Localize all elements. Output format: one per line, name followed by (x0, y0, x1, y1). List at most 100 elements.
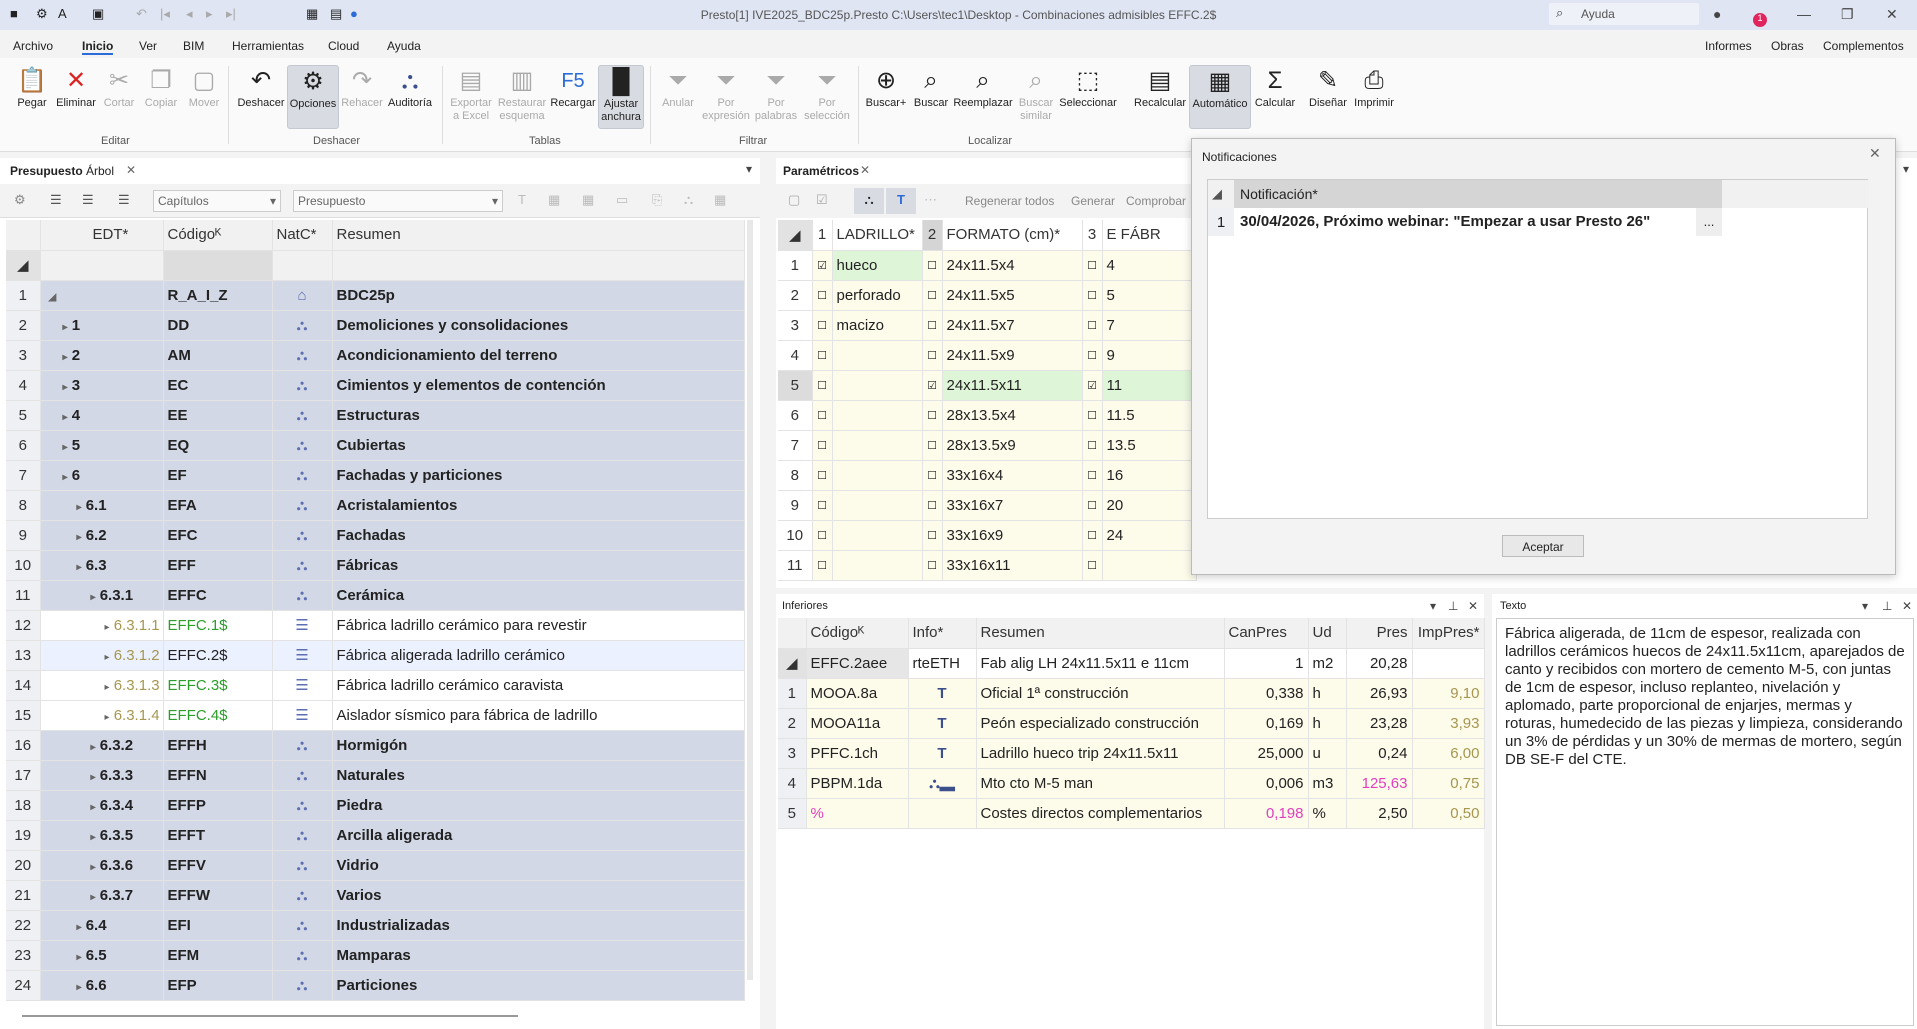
filter-words-button[interactable]: ⏷ Por palabras (752, 65, 800, 123)
menu-ver[interactable]: Ver (139, 39, 157, 53)
measure-icon[interactable]: ▭ (616, 192, 628, 208)
checkbox[interactable]: ☐ (922, 460, 943, 491)
param-col-num[interactable]: 1 (812, 220, 833, 251)
table-row[interactable]: 16 ▸ 6.3.2 EFFH ⛬ Hormigón (6, 730, 745, 761)
level2-icon[interactable]: ☰ (82, 192, 94, 208)
table-row[interactable]: 4 ▸ 3 EC ⛬ Cimientos y elementos de contenci… (6, 370, 745, 401)
inf-col-header[interactable]: Pres (1346, 618, 1413, 649)
table-row[interactable]: 7 ▸ 6 EF ⛬ Fachadas y particiones (6, 460, 745, 491)
checkbox[interactable]: ☐ (1082, 460, 1103, 491)
menu-obras[interactable]: Obras (1771, 39, 1804, 53)
table-row[interactable]: 6 ▸ 5 EQ ⛬ Cubiertas (6, 430, 745, 461)
texto-pin-icon[interactable]: ⊥ (1882, 599, 1892, 613)
table-row[interactable]: 12 ▸ 6.3.1.1 EFFC.1$ ☰ Fábrica ladrillo cerá… (6, 610, 745, 641)
texto-close-icon[interactable]: ✕ (1902, 599, 1912, 613)
param-extra-icon[interactable]: ⋯ (924, 192, 937, 208)
col-natc[interactable]: NatC* (272, 220, 333, 251)
table-row[interactable]: 17 ▸ 6.3.3 EFFN ⛬ Naturales (6, 760, 745, 791)
close-param-tab-icon[interactable]: ✕ (860, 163, 870, 177)
table-row[interactable]: 19 ▸ 6.3.5 EFFT ⛬ Arcilla aligerada (6, 820, 745, 851)
menu-archivo[interactable]: Archivo (13, 39, 53, 53)
menu-cloud[interactable]: Cloud (328, 39, 359, 53)
checkbox[interactable]: ☐ (922, 490, 943, 521)
inf-parent-row[interactable]: ◢ EFFC.2aee rteETH Fab alig LH 24x11.5x11 e… (778, 648, 1485, 679)
menu-ayuda[interactable]: Ayuda (387, 39, 421, 53)
filter-expression-button[interactable]: ⏷ Por expresión (702, 65, 750, 123)
param-row[interactable]: 6 ☐ ☐ 28x13.5x4 ☐ 11.5 (778, 400, 1197, 431)
tree-icon[interactable]: ⚙ (14, 192, 26, 208)
cancel-filter-button[interactable]: ⏷ Anular (656, 65, 700, 110)
dialog-close-icon[interactable]: ✕ (1869, 145, 1881, 162)
text-icon[interactable]: T (518, 192, 526, 207)
print-button[interactable]: ⎙ Imprimir (1351, 65, 1397, 110)
regenerate-all-button[interactable]: Regenerar todos (965, 194, 1054, 208)
param-row[interactable]: 8 ☐ ☐ 33x16x4 ☐ 16 (778, 460, 1197, 491)
param-col-num[interactable]: 2 (922, 220, 943, 251)
param-row[interactable]: 1 ☑ hueco ☐ 24x11.5x4 ☐ 4 (778, 250, 1197, 281)
inf-col-header[interactable]: Códigoᴷ (806, 618, 909, 649)
param-col-label[interactable]: FORMATO (cm)* (942, 220, 1083, 251)
table-row[interactable]: 22 ▸ 6.4 EFI ⛬ Industrializadas (6, 910, 745, 941)
inf-row[interactable]: 4 PBPM.1da ⛬▂ Mto cto M-5 man 0,006 m3 125,63 0… (778, 768, 1485, 799)
copy-button[interactable]: ❐ Copiar (140, 65, 182, 110)
horizontal-scrollbar[interactable] (22, 1015, 518, 1017)
checkbox[interactable]: ☐ (1082, 430, 1103, 461)
accept-button[interactable]: Aceptar (1502, 535, 1584, 557)
col-resumen[interactable]: Resumen (332, 220, 745, 251)
texto-body[interactable]: Fábrica aligerada, de 11cm de espesor, r… (1496, 618, 1914, 1026)
inf-row[interactable]: 5% Costes directos complementarios 0,198% 2… (778, 798, 1485, 829)
checkbox[interactable]: ☐ (1082, 550, 1103, 581)
table-row[interactable]: 8 ▸ 6.1 EFA ⛬ Acristalamientos (6, 490, 745, 521)
checkbox[interactable]: ☐ (812, 280, 833, 311)
inf-row[interactable]: 2 MOOA11a T Peón especializado construcción… (778, 708, 1485, 739)
notification-badge[interactable]: 1 (1753, 13, 1767, 27)
param-col-label[interactable]: LADRILLO* (832, 220, 923, 251)
new-icon[interactable]: ▢ (788, 192, 800, 208)
checkbox[interactable]: ☐ (922, 280, 943, 311)
param-row[interactable]: 11 ☐ ☐ 33x16x11 ☐ (778, 550, 1197, 581)
checkbox[interactable]: ☐ (922, 550, 943, 581)
menu-complementos[interactable]: Complementos (1823, 39, 1904, 53)
table-row[interactable]: 9 ▸ 6.2 EFC ⛬ Fachadas (6, 520, 745, 551)
table2-icon[interactable]: ▦ (582, 192, 594, 208)
checkbox[interactable]: ☐ (1082, 310, 1103, 341)
clear-icon[interactable]: ▦ (714, 192, 726, 208)
param-col-label[interactable]: E FÁBR (1102, 220, 1197, 251)
replace-button[interactable]: ⌕ Reemplazar (953, 65, 1013, 110)
table-row[interactable]: 21 ▸ 6.3.7 EFFW ⛬ Varios (6, 880, 745, 911)
menu-informes[interactable]: Informes (1705, 39, 1752, 53)
table-row[interactable]: 3 ▸ 2 AM ⛬ Acondicionamiento del terreno (6, 340, 745, 371)
level-icon[interactable]: ☰ (50, 192, 62, 208)
col-edt[interactable]: EDT* (40, 220, 164, 251)
menu-bim[interactable]: BIM (183, 39, 204, 53)
search-similar-button[interactable]: ⌕ Buscar similar (1015, 65, 1057, 123)
fit-width-button[interactable]: ▐▌ Ajustar anchura (598, 65, 644, 129)
undo-button[interactable]: ↶ Deshacer (236, 65, 286, 110)
inferiores-close-icon[interactable]: ✕ (1468, 599, 1478, 613)
inf-row[interactable]: 1 MOOA.8a T Oficial 1ª construcción 0,338 h 26… (778, 678, 1485, 709)
param-row[interactable]: 5 ☐ ☑ 24x11.5x11 ☑ 11 (778, 370, 1197, 401)
menu-inicio[interactable]: Inicio (82, 39, 114, 55)
filter-budget-select[interactable]: Presupuesto ▾ (293, 190, 503, 212)
inf-col-header[interactable]: ImpPres* (1412, 618, 1485, 649)
restore-layout-button[interactable]: ▥ Restaurar esquema (496, 65, 548, 123)
checkbox[interactable]: ☐ (812, 460, 833, 491)
vertical-scrollbar[interactable] (747, 220, 753, 980)
calculate-button[interactable]: Σ Calcular (1253, 65, 1297, 110)
search-plus-button[interactable]: ⊕ Buscar+ (863, 65, 909, 110)
tab-parametricos[interactable]: Paramétricos (783, 164, 859, 178)
move-button[interactable]: ▢ Mover (184, 65, 224, 110)
design-button[interactable]: ✎ Diseñar (1307, 65, 1349, 110)
checkbox[interactable]: ☐ (922, 310, 943, 341)
table-row[interactable]: 15 ▸ 6.3.1.4 EFFC.4$ ☰ Aislador sísmico para… (6, 700, 745, 731)
close-icon[interactable]: ✕ (1886, 6, 1898, 23)
inf-col-header[interactable]: Resumen (976, 618, 1225, 649)
notification-column-header[interactable]: Notificación* (1234, 180, 1722, 208)
table-row[interactable]: 18 ▸ 6.3.4 EFFP ⛬ Piedra (6, 790, 745, 821)
checkbox[interactable]: ☐ (812, 550, 833, 581)
checkbox[interactable]: ☑ (812, 250, 833, 281)
table-row[interactable]: 5 ▸ 4 EE ⛬ Estructuras (6, 400, 745, 431)
pin-icon[interactable]: ⊥ (1448, 599, 1458, 613)
automatic-button[interactable]: ▦ Automático (1189, 65, 1251, 129)
checkbox[interactable]: ☐ (1082, 490, 1103, 521)
